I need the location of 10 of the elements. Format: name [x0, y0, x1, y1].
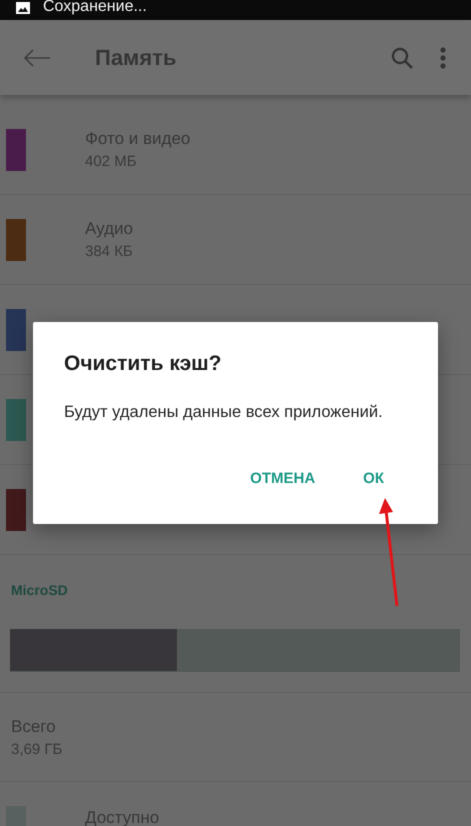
dialog-message: Будут удалены данные всех приложений. [64, 403, 383, 422]
screen-title: Память [95, 44, 178, 70]
notification-text: Сохранение... [43, 0, 147, 17]
ok-button[interactable]: ОК [357, 466, 390, 491]
back-arrow-icon[interactable] [22, 48, 52, 68]
search-icon[interactable] [390, 46, 414, 70]
section-header: MicroSD [11, 581, 68, 599]
more-options-icon[interactable] [440, 46, 446, 68]
dialog-title: Очистить кэш? [64, 352, 222, 376]
cancel-button[interactable]: ОТМЕНА [244, 466, 322, 491]
